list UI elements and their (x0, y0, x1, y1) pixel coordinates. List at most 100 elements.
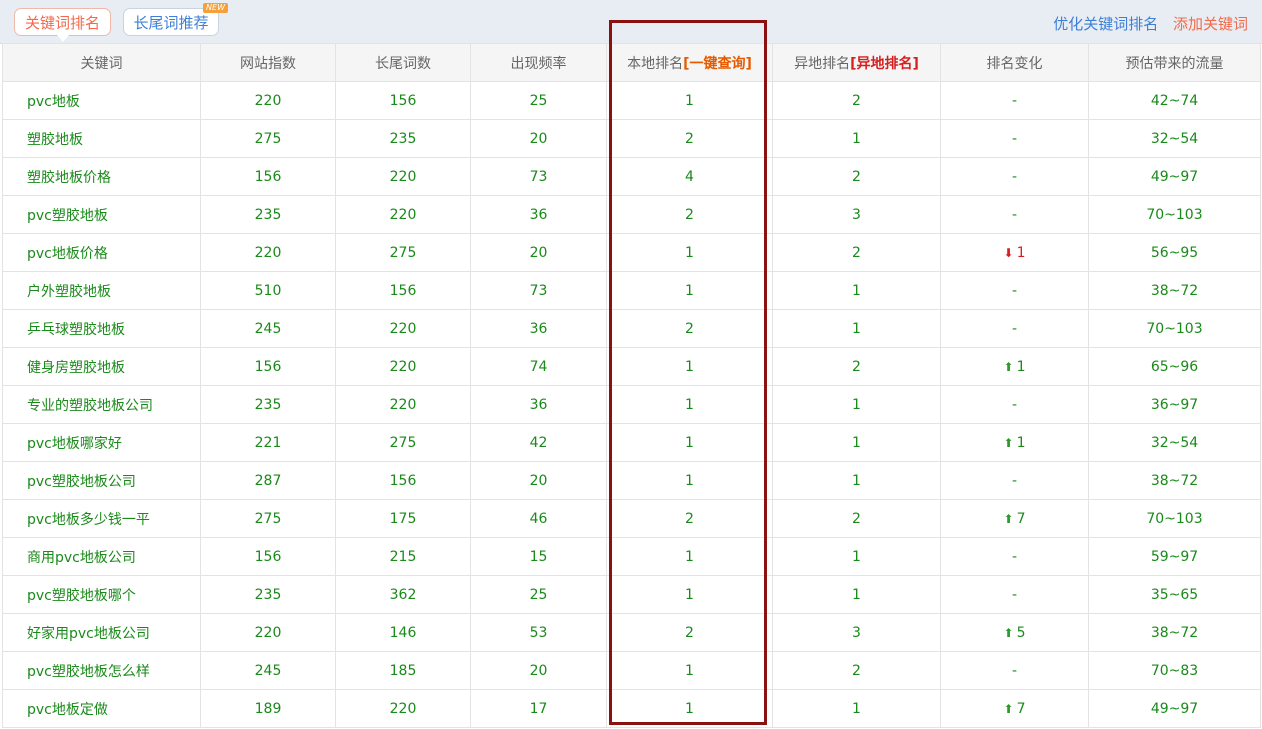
keyword-cell[interactable]: pvc地板哪家好 (2, 423, 201, 462)
est-traffic-cell: 42~74 (1088, 81, 1261, 120)
keyword-cell[interactable]: pvc塑胶地板怎么样 (2, 651, 201, 690)
one-click-query-link[interactable]: [一键查询] (683, 56, 752, 72)
table-row: pvc塑胶地板哪个 235 362 25 1 1-35~65 (2, 575, 1261, 614)
longtail-count-cell: 215 (335, 537, 471, 576)
longtail-count-cell: 185 (335, 651, 471, 690)
longtail-count-cell: 156 (335, 81, 471, 120)
tab-keyword-ranking[interactable]: 关键词排名 (14, 8, 111, 42)
col-local-rank: 本地排名[一键查询] (606, 43, 773, 82)
frequency-cell: 25 (470, 81, 607, 120)
arrow-down-icon: ⬇ (1003, 245, 1014, 260)
arrow-up-icon: ⬆ (1003, 435, 1014, 450)
table-row: 健身房塑胶地板 156 220 74 1 2 ⬆ 1 65~96 (2, 347, 1261, 386)
keyword-cell[interactable]: 户外塑胶地板 (2, 271, 201, 310)
rank-change-cell: ⬆ 7 (940, 689, 1089, 728)
site-index-cell: 156 (200, 347, 336, 386)
tab-longtail-recommend[interactable]: 长尾词推荐 NEW (123, 3, 228, 36)
remote-rank-cell: 2 (772, 233, 941, 272)
keyword-cell[interactable]: pvc塑胶地板哪个 (2, 575, 201, 614)
remote-rank-cell: 1 (772, 271, 941, 310)
site-index-cell: 235 (200, 575, 336, 614)
remote-rank-query-link[interactable]: [异地排名] (850, 56, 919, 72)
add-keyword-link[interactable]: 添加关键词 (1173, 15, 1248, 33)
frequency-cell: 53 (470, 613, 607, 652)
frequency-cell: 36 (470, 385, 607, 424)
longtail-count-cell: 146 (335, 613, 471, 652)
site-index-cell: 510 (200, 271, 336, 310)
frequency-cell: 20 (470, 651, 607, 690)
est-traffic-cell: 35~65 (1088, 575, 1261, 614)
remote-rank-cell: 2 (772, 81, 941, 120)
remote-rank-cell: 3 (772, 613, 941, 652)
local-rank-cell: 1 (606, 461, 773, 500)
table-row: pvc地板多少钱一平 275 175 46 2 2 ⬆ 7 70~103 (2, 499, 1261, 538)
rank-change-cell: - (940, 271, 1089, 310)
keyword-cell[interactable]: 商用pvc地板公司 (2, 537, 201, 576)
rank-change-cell: - (940, 537, 1089, 576)
longtail-count-cell: 220 (335, 385, 471, 424)
site-index-cell: 220 (200, 233, 336, 272)
longtail-count-cell: 220 (335, 347, 471, 386)
remote-rank-cell: 1 (772, 309, 941, 348)
remote-rank-cell: 2 (772, 157, 941, 196)
keyword-cell[interactable]: pvc地板 (2, 81, 201, 120)
longtail-count-cell: 275 (335, 233, 471, 272)
keyword-cell[interactable]: 塑胶地板价格 (2, 157, 201, 196)
remote-rank-cell: 2 (772, 347, 941, 386)
keyword-cell[interactable]: pvc地板定做 (2, 689, 201, 728)
est-traffic-cell: 70~83 (1088, 651, 1261, 690)
optimize-keyword-link[interactable]: 优化关键词排名 (1053, 15, 1158, 33)
keyword-cell[interactable]: pvc地板多少钱一平 (2, 499, 201, 538)
local-rank-cell: 1 (606, 575, 773, 614)
longtail-count-cell: 220 (335, 195, 471, 234)
est-traffic-cell: 59~97 (1088, 537, 1261, 576)
col-rank-change: 排名变化 (940, 43, 1089, 82)
est-traffic-cell: 65~96 (1088, 347, 1261, 386)
est-traffic-cell: 70~103 (1088, 499, 1261, 538)
longtail-count-cell: 220 (335, 309, 471, 348)
col-keyword: 关键词 (2, 43, 201, 82)
col-longtail-count: 长尾词数 (335, 43, 471, 82)
rank-change-cell: - (940, 385, 1089, 424)
remote-rank-cell: 1 (772, 575, 941, 614)
table-row: pvc地板 220 156 25 1 2-42~74 (2, 81, 1261, 120)
keyword-cell[interactable]: pvc塑胶地板 (2, 195, 201, 234)
col-frequency: 出现频率 (470, 43, 607, 82)
keyword-cell[interactable]: 塑胶地板 (2, 119, 201, 158)
rank-change-cell: ⬇ 1 (940, 233, 1089, 272)
arrow-up-icon: ⬆ (1003, 359, 1014, 374)
longtail-count-cell: 362 (335, 575, 471, 614)
longtail-count-cell: 156 (335, 271, 471, 310)
remote-rank-cell: 1 (772, 385, 941, 424)
table-row: pvc塑胶地板怎么样 245 185 20 1 2-70~83 (2, 651, 1261, 690)
est-traffic-cell: 70~103 (1088, 195, 1261, 234)
site-index-cell: 189 (200, 689, 336, 728)
arrow-up-icon: ⬆ (1003, 701, 1014, 716)
local-rank-cell: 1 (606, 651, 773, 690)
longtail-count-cell: 156 (335, 461, 471, 500)
site-index-cell: 156 (200, 157, 336, 196)
site-index-cell: 156 (200, 537, 336, 576)
col-local-rank-label: 本地排名 (627, 55, 684, 72)
site-index-cell: 275 (200, 499, 336, 538)
table-row: pvc地板哪家好 221 275 42 1 1 ⬆ 1 32~54 (2, 423, 1261, 462)
rank-change-value: 5 (1016, 624, 1026, 641)
frequency-cell: 15 (470, 537, 607, 576)
keyword-cell[interactable]: 好家用pvc地板公司 (2, 613, 201, 652)
new-badge: NEW (203, 3, 228, 13)
keyword-cell[interactable]: 乒乓球塑胶地板 (2, 309, 201, 348)
keyword-cell[interactable]: pvc塑胶地板公司 (2, 461, 201, 500)
keyword-cell[interactable]: pvc地板价格 (2, 233, 201, 272)
remote-rank-cell: 3 (772, 195, 941, 234)
longtail-count-cell: 235 (335, 119, 471, 158)
keyword-cell[interactable]: 健身房塑胶地板 (2, 347, 201, 386)
col-site-index: 网站指数 (200, 43, 336, 82)
table-row: pvc地板价格 220 275 20 1 2 ⬇ 1 56~95 (2, 233, 1261, 272)
table-row: 塑胶地板价格 156 220 73 4 2-49~97 (2, 157, 1261, 196)
keyword-cell[interactable]: 专业的塑胶地板公司 (2, 385, 201, 424)
local-rank-cell: 2 (606, 613, 773, 652)
site-index-cell: 235 (200, 195, 336, 234)
site-index-cell: 220 (200, 81, 336, 120)
est-traffic-cell: 32~54 (1088, 119, 1261, 158)
table-row: 乒乓球塑胶地板 245 220 36 2 1-70~103 (2, 309, 1261, 348)
